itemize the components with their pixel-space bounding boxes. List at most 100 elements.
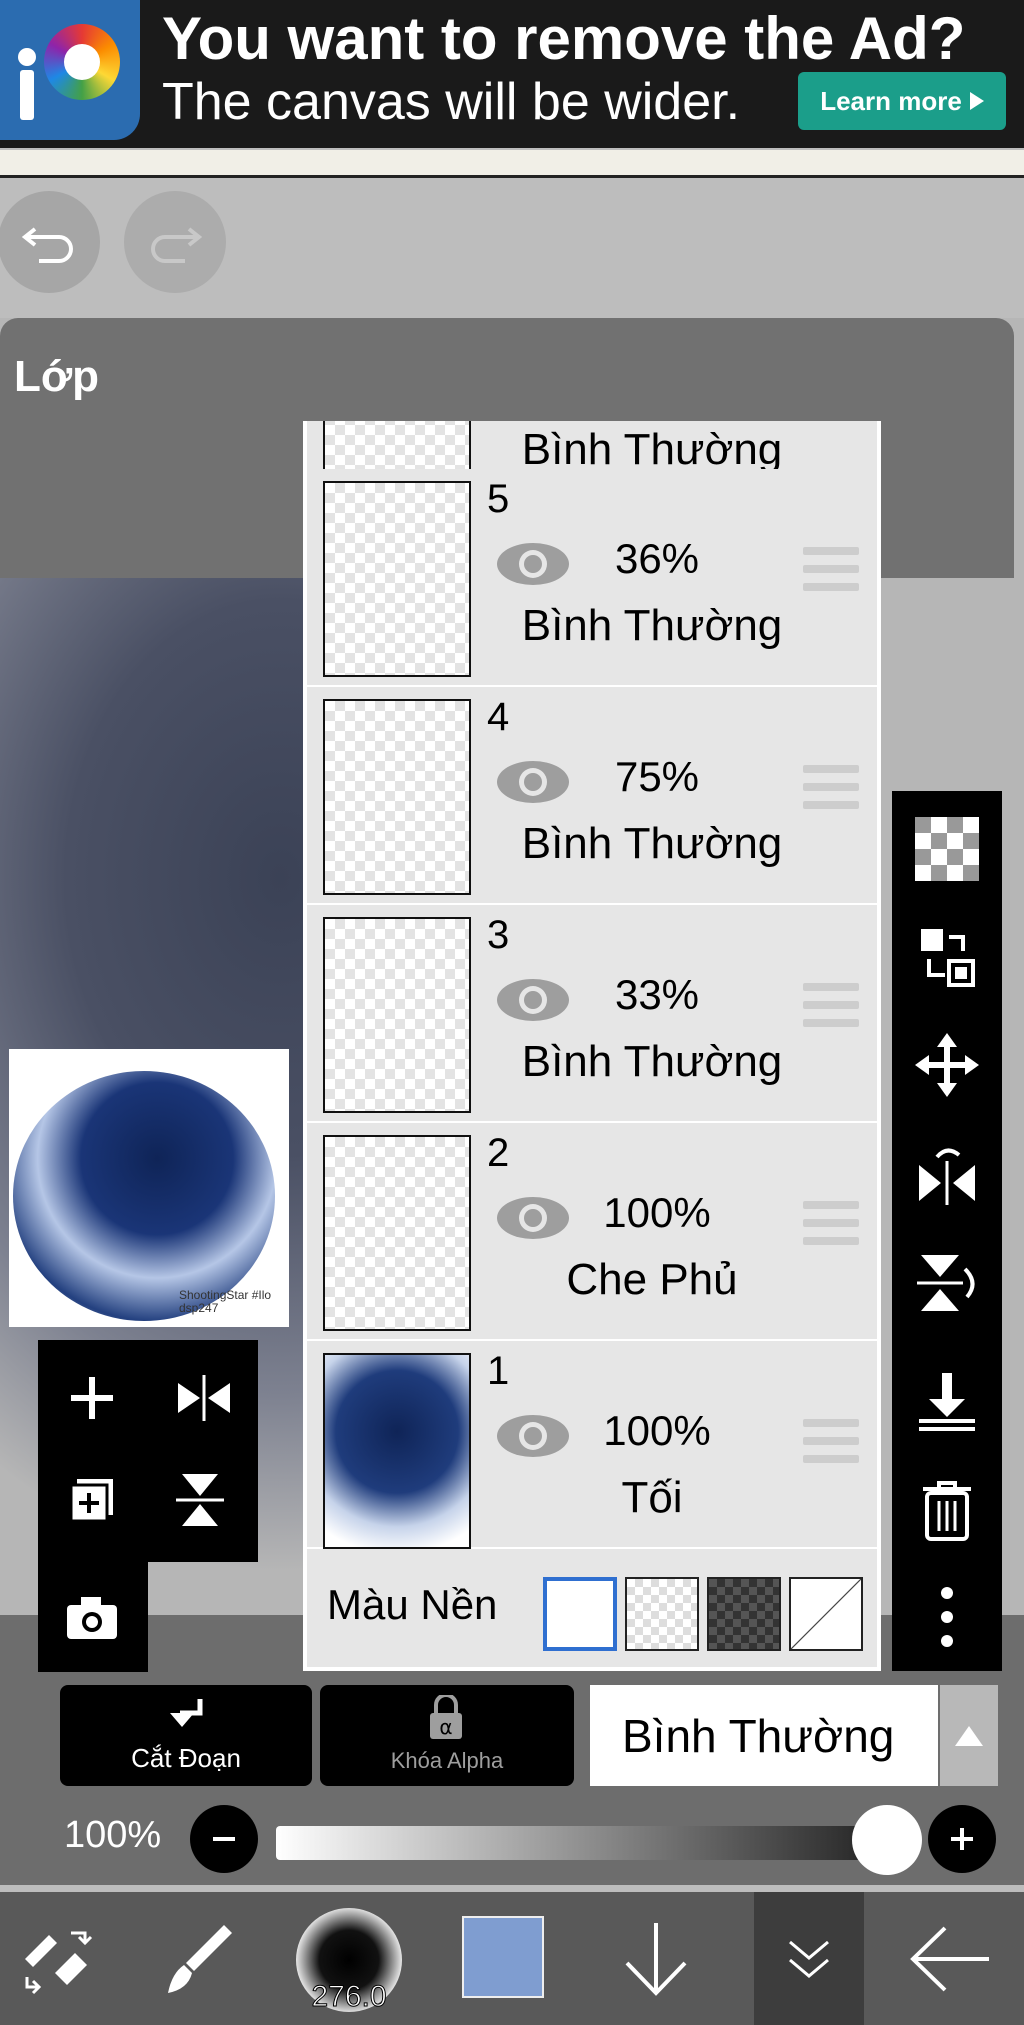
layer-thumbnail <box>323 699 471 895</box>
layer-actions-bar <box>892 791 1002 1671</box>
add-layer-button[interactable] <box>52 1358 132 1438</box>
layer-opacity: 33% <box>614 971 700 1018</box>
layer-row-1[interactable]: 1 100% Tối <box>307 1341 877 1549</box>
layer-blend-mode: Tối <box>621 1473 683 1522</box>
layer-thumbnail <box>323 1353 471 1549</box>
swap-layer-button[interactable] <box>907 917 987 997</box>
more-vertical-icon <box>941 1587 953 1647</box>
eye-icon[interactable] <box>495 541 571 587</box>
opacity-slider-handle[interactable] <box>852 1805 922 1875</box>
drag-handle-icon[interactable] <box>803 765 859 813</box>
duplicate-layer-icon <box>69 1479 113 1523</box>
layer-thumbnail <box>323 1135 471 1331</box>
flip-vertical-icon <box>917 1255 975 1311</box>
flip-horizontal-button[interactable] <box>164 1358 244 1438</box>
move-button[interactable] <box>907 1025 987 1105</box>
bg-none-swatch[interactable] <box>789 1577 863 1651</box>
camera-icon <box>67 1597 117 1639</box>
flip-vertical-button[interactable] <box>164 1460 244 1540</box>
layer-thumbnail <box>323 481 471 677</box>
layer-blend-mode: Che Phủ <box>566 1255 738 1304</box>
blend-mode-select[interactable]: Bình Thường <box>590 1685 938 1786</box>
opacity-decrease-button[interactable] <box>190 1805 258 1873</box>
clipping-arrow-icon <box>170 1699 203 1727</box>
layer-down-button[interactable] <box>596 1892 716 2025</box>
layer-blend-mode: Bình Thường <box>521 601 783 650</box>
undo-icon <box>21 227 73 263</box>
drag-handle-icon[interactable] <box>803 547 859 595</box>
checkerboard-icon <box>915 817 979 881</box>
plus-icon <box>951 1828 973 1850</box>
layer-number: 3 <box>487 913 510 957</box>
transparent-bg-button[interactable] <box>907 809 987 889</box>
blend-mode-dropdown-button[interactable] <box>940 1685 998 1786</box>
ad-banner[interactable]: You want to remove the Ad? The canvas wi… <box>0 0 1024 148</box>
layer-row-5[interactable]: 5 36% Bình Thường <box>307 469 877 687</box>
undo-button[interactable] <box>0 191 100 293</box>
layers-toggle-button[interactable] <box>754 1892 864 2025</box>
bg-transparent-light-swatch[interactable] <box>625 1577 699 1651</box>
drag-handle-icon[interactable] <box>803 983 859 1031</box>
layer-number: 2 <box>487 1131 510 1175</box>
opacity-slider[interactable] <box>276 1826 884 1860</box>
layer-number: 5 <box>487 477 510 521</box>
flip-vertical-button-2[interactable] <box>907 1243 987 1323</box>
layer-tool-box <box>38 1340 258 1672</box>
opacity-increase-button[interactable] <box>928 1805 996 1873</box>
learn-more-button[interactable]: Learn more <box>798 72 1006 130</box>
arrow-down-icon <box>625 1922 687 1996</box>
layer-opacity: 75% <box>614 753 700 800</box>
eye-icon[interactable] <box>495 1195 571 1241</box>
layer-row-3[interactable]: 3 33% Bình Thường <box>307 905 877 1123</box>
layer-opacity: 100% <box>603 1189 711 1236</box>
eye-icon[interactable] <box>495 1413 571 1459</box>
delete-layer-button[interactable] <box>907 1471 987 1551</box>
divider <box>0 150 1024 178</box>
svg-text:α: α <box>439 1715 452 1739</box>
layer-row-2[interactable]: 2 100% Che Phủ <box>307 1123 877 1341</box>
clipping-label: Cắt Đoạn <box>131 1743 241 1773</box>
flip-horizontal-button-2[interactable] <box>907 1135 987 1215</box>
canvas-preview[interactable]: ShootingStar #Ilo dsp247 <box>9 1049 289 1327</box>
redo-icon <box>151 227 203 263</box>
redo-button[interactable] <box>124 191 226 293</box>
more-options-button[interactable] <box>907 1577 987 1657</box>
move-icon <box>915 1033 979 1097</box>
camera-button[interactable] <box>52 1578 132 1658</box>
pen-eraser-swap-icon <box>25 1931 93 1994</box>
tool-swap-button[interactable] <box>0 1892 120 2025</box>
duplicate-layer-button[interactable] <box>52 1460 132 1540</box>
merge-down-icon <box>919 1373 975 1431</box>
color-picker-button[interactable] <box>462 1916 544 1998</box>
layer-list[interactable]: Bình Thường 5 36% Bình Thường 4 75% Bình… <box>303 421 881 1671</box>
layer-blend-mode: Bình Thường <box>521 1037 783 1086</box>
alpha-lock-button[interactable]: α Khóa Alpha <box>320 1685 574 1786</box>
bg-white-swatch[interactable] <box>543 1577 617 1651</box>
blend-mode-value: Bình Thường <box>622 1709 895 1762</box>
layer-number: 1 <box>487 1349 510 1393</box>
layer-thumbnail <box>323 917 471 1113</box>
flip-horizontal-icon <box>919 1148 975 1205</box>
eye-icon[interactable] <box>495 977 571 1023</box>
clipping-button[interactable]: Cắt Đoạn <box>60 1685 312 1786</box>
double-chevron-down-icon <box>789 1940 829 1978</box>
layer-blend-mode: Bình Thường <box>521 425 783 474</box>
eye-icon[interactable] <box>495 759 571 805</box>
flip-vertical-icon <box>176 1474 224 1526</box>
layer-number: 4 <box>487 695 510 739</box>
drag-handle-icon[interactable] <box>803 1201 859 1249</box>
ad-subtitle: The canvas will be wider. <box>162 73 741 131</box>
arrow-left-icon <box>910 1926 989 1991</box>
plus-icon <box>71 1377 113 1419</box>
layer-blend-mode: Bình Thường <box>521 819 783 868</box>
layer-opacity: 100% <box>603 1407 711 1454</box>
brush-size-value: 276.0 <box>311 1980 387 2014</box>
bg-transparent-dark-swatch[interactable] <box>707 1577 781 1651</box>
ad-title: You want to remove the Ad? <box>162 5 966 72</box>
brush-tool-button[interactable] <box>138 1892 258 2025</box>
background-color-label: Màu Nền <box>327 1581 498 1628</box>
layer-row-4[interactable]: 4 75% Bình Thường <box>307 687 877 905</box>
drag-handle-icon[interactable] <box>803 1419 859 1467</box>
back-button[interactable] <box>890 1892 1010 2025</box>
merge-down-button[interactable] <box>907 1361 987 1441</box>
